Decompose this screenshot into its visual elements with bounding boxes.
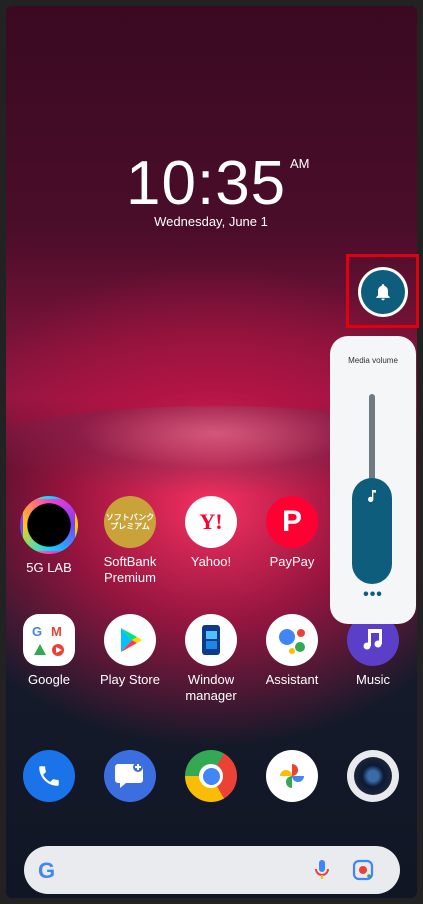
clock-time: 10:35 [126,149,287,218]
app-label: Assistant [265,672,319,687]
play-store-icon [104,614,156,666]
camera-icon [347,750,399,802]
yahoo-badge: Y! [199,509,223,534]
app-yahoo[interactable]: Y! Yahoo! [171,496,251,570]
phone-frame: 10:35 AM Wednesday, June 1 5G LAB ソフトバンク… [0,0,423,904]
volume-title: Media volume [348,356,398,365]
app-label: Play Store [100,672,160,687]
dock-chrome[interactable] [171,750,251,802]
app-label: PayPay [269,554,315,569]
app-label: Music [356,672,390,687]
search-bar[interactable]: G [24,846,400,894]
softbank-premium-icon: ソフトバンク プレミアム [104,496,156,548]
app-window-manager[interactable]: Window manager [171,614,251,704]
softbank-message-icon [104,750,156,802]
dock-photos[interactable] [252,750,332,802]
window-manager-icon [185,614,237,666]
softbank-premium-badge: ソフトバンク プレミアム [105,513,155,531]
app-label: SoftBank Premium [103,554,157,585]
app-label: Google [28,672,70,687]
svg-text:M: M [51,624,62,639]
bell-icon [376,284,390,301]
paypay-icon: P [266,496,318,548]
assistant-icon [266,614,318,666]
app-google-folder[interactable]: G M Google [9,614,89,688]
app-label: Window manager [185,672,237,703]
google-g-icon: G [38,858,56,883]
app-label: 5G LAB [26,560,72,575]
chrome-icon [185,750,237,802]
app-assistant[interactable]: Assistant [252,614,332,688]
paypay-badge: P [281,505,302,538]
media-volume-panel: Media volume ••• [330,336,416,624]
svg-text:G: G [32,624,42,639]
clock-date: Wednesday, June 1 [154,214,268,229]
phone-icon [23,750,75,802]
app-5g-lab[interactable]: 5G LAB [9,496,89,576]
dock-softbank-message[interactable] [90,750,170,802]
volume-slider-fill[interactable] [352,478,392,584]
5g-lab-icon [20,496,78,554]
photos-icon [266,750,318,802]
google-folder-icon: G M [23,614,75,666]
mic-icon[interactable] [314,858,330,882]
volume-more-button[interactable]: ••• [330,586,416,604]
highlight-box [346,254,419,328]
app-label: Yahoo! [190,554,232,569]
app-play-store[interactable]: Play Store [90,614,170,688]
music-note-icon [368,490,376,503]
dock-phone[interactable] [9,750,89,802]
yahoo-icon: Y! [185,496,237,548]
app-music[interactable]: Music [333,614,413,688]
app-paypay[interactable]: P PayPay [252,496,332,570]
dock-camera[interactable] [333,750,413,802]
lens-icon[interactable] [352,859,374,881]
app-softbank-premium[interactable]: ソフトバンク プレミアム SoftBank Premium [90,496,170,586]
clock-ampm: AM [290,156,310,171]
ringer-mode-button[interactable] [361,270,405,314]
